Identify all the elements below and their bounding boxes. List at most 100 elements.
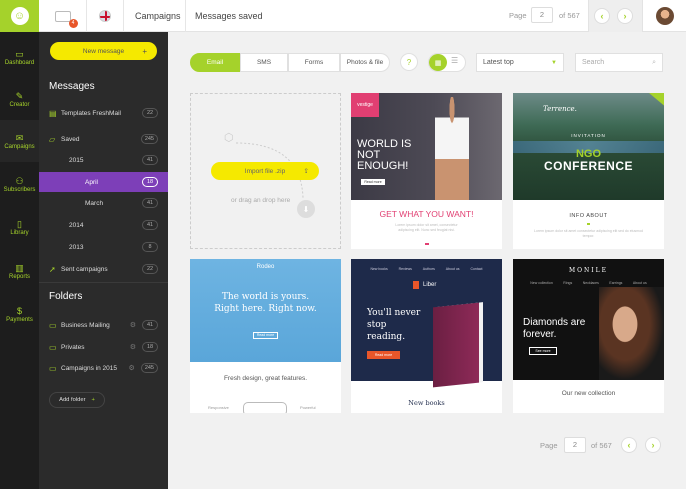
tab-sms[interactable]: SMS bbox=[240, 53, 288, 72]
avatar bbox=[655, 7, 674, 25]
dollar-icon: $ bbox=[16, 305, 22, 316]
view-toggle: ▦ ☰ bbox=[428, 53, 466, 72]
gear-icon[interactable]: ⚙ bbox=[129, 364, 135, 372]
app-logo[interactable]: ☺ bbox=[0, 0, 39, 32]
bottom-next-page-button[interactable]: › bbox=[645, 437, 661, 453]
monitor-icon: ▭ bbox=[15, 48, 24, 59]
nav-reports[interactable]: ▥ Reports bbox=[0, 250, 39, 292]
nav-creator[interactable]: ✎ Creator bbox=[0, 78, 39, 120]
rodeo-cta: Read more bbox=[253, 332, 278, 339]
search-input[interactable]: Search ⌕ bbox=[575, 53, 663, 72]
vestige-logo: vestige bbox=[351, 93, 379, 117]
send-icon: ➚ bbox=[49, 264, 56, 274]
liber-headline: You'll never stop reading. bbox=[367, 308, 421, 342]
monile-logo: MONILE bbox=[568, 267, 609, 274]
tab-photos-file[interactable]: Photos & file bbox=[340, 53, 390, 72]
list-view-icon[interactable]: ☰ bbox=[451, 56, 458, 65]
page-total: of 567 bbox=[559, 11, 580, 20]
template-card-terrence[interactable]: Terrence. INVITATION NGO CONFERENCE INFO… bbox=[513, 93, 664, 249]
sort-select[interactable]: Latest top ▼ bbox=[476, 53, 564, 72]
sidebar-item-saved[interactable]: ▱ Saved 245 bbox=[39, 129, 168, 149]
terrence-body: Lorem ipsum dolor sit amet consectetur a… bbox=[534, 229, 643, 238]
sidebar-item-2014[interactable]: 2014 41 bbox=[39, 215, 168, 235]
template-card-rodeo[interactable]: Rodeo The world is yours. Right here. Ri… bbox=[190, 259, 341, 413]
rodeo-headline-2: Right here. Right now. bbox=[214, 304, 317, 314]
main-nav: ▭ Dashboard ✎ Creator ✉ Campaigns ⚇ Subscrib… bbox=[0, 32, 39, 489]
user-menu[interactable] bbox=[642, 0, 686, 32]
monile-footer: Our new collection bbox=[561, 390, 616, 397]
folder-campaigns-2015[interactable]: ▭ Campaigns in 2015 ⚙ 245 bbox=[39, 358, 168, 378]
new-message-button[interactable]: New message + bbox=[50, 42, 157, 60]
folder-open-icon: ▱ bbox=[49, 134, 56, 144]
sidebar-item-april[interactable]: April 18 bbox=[39, 172, 168, 192]
next-page-button[interactable]: › bbox=[617, 8, 633, 24]
nav-campaigns[interactable]: ✉ Campaigns bbox=[0, 120, 39, 162]
nav-payments[interactable]: $ Payments bbox=[0, 293, 39, 335]
rodeo-logo: Rodeo bbox=[256, 264, 275, 270]
bottom-page-total: of 567 bbox=[591, 441, 612, 450]
chevron-down-icon: ▼ bbox=[551, 59, 557, 66]
tab-email[interactable]: Email bbox=[190, 53, 240, 72]
page-label: Page bbox=[509, 11, 527, 20]
plus-icon: + bbox=[142, 46, 147, 56]
terrence-invitation: INVITATION bbox=[571, 133, 606, 138]
terrence-headline-2: CONFERENCE bbox=[543, 159, 633, 173]
template-card-monile[interactable]: MONILE New collection Rings Necklaces Earri… bbox=[513, 259, 664, 413]
folder-business-mailing[interactable]: ▭ Business Mailing ⚙ 41 bbox=[39, 315, 168, 335]
pink-divider bbox=[425, 243, 429, 245]
monile-cta: See more bbox=[529, 347, 557, 355]
green-divider bbox=[587, 223, 590, 225]
chart-icon: ▥ bbox=[15, 262, 24, 273]
nav-dashboard[interactable]: ▭ Dashboard bbox=[0, 36, 39, 78]
monile-headline: Diamonds are forever. bbox=[523, 317, 586, 340]
sidebar-item-sent[interactable]: ➚ Sent campaigns 22 bbox=[39, 259, 168, 279]
upload-icon: ⇪ bbox=[303, 168, 309, 175]
folder-privates[interactable]: ▭ Privates ⚙ 18 bbox=[39, 337, 168, 357]
template-card-liber[interactable]: New books Reviews Authors About us Contact L… bbox=[351, 259, 502, 413]
breadcrumb-campaigns[interactable]: Campaigns bbox=[135, 0, 181, 32]
sidebar-item-templates[interactable]: ▤ Templates FreshMail 22 bbox=[39, 103, 168, 123]
vestige-headline: WORLD IS NOT ENOUGH! bbox=[357, 138, 412, 172]
bottom-page-input[interactable]: 2 bbox=[564, 437, 586, 453]
folder-icon: ▭ bbox=[49, 342, 57, 352]
vestige-title: GET WHAT YOU WANT! bbox=[379, 209, 474, 219]
folders-title: Folders bbox=[49, 291, 83, 302]
prev-page-button[interactable]: ‹ bbox=[594, 8, 610, 24]
folder-icon: ▭ bbox=[49, 320, 57, 330]
rodeo-headline-1: The world is yours. bbox=[221, 292, 310, 302]
help-button[interactable]: ? bbox=[400, 53, 418, 71]
sidebar-item-march[interactable]: March 41 bbox=[39, 193, 168, 213]
template-card-vestige[interactable]: vestige WORLD IS NOT ENOUGH! Read more G… bbox=[351, 93, 502, 249]
pencil-icon: ✎ bbox=[15, 90, 24, 101]
nav-library[interactable]: ▯ Library bbox=[0, 206, 39, 248]
pager-nav: ‹ › bbox=[588, 0, 642, 32]
gear-icon[interactable]: ⚙ bbox=[130, 321, 136, 329]
bottom-prev-page-button[interactable]: ‹ bbox=[621, 437, 637, 453]
liber-nav: New books Reviews Authors About us Contact bbox=[370, 267, 483, 271]
add-folder-button[interactable]: Add folder + bbox=[49, 392, 105, 408]
uk-flag-icon bbox=[99, 10, 111, 22]
rodeo-left-label: Responsive bbox=[208, 405, 229, 410]
import-dropzone[interactable]: ⬡ Import file .zip ⇪ or drag an drop here… bbox=[190, 93, 341, 249]
device-outline bbox=[243, 402, 287, 413]
gear-icon[interactable]: ⚙ bbox=[130, 343, 136, 351]
import-zip-button[interactable]: Import file .zip ⇪ bbox=[211, 162, 319, 180]
nav-subscribers[interactable]: ⚇ Subscribers bbox=[0, 163, 39, 205]
tab-forms[interactable]: Forms bbox=[288, 53, 340, 72]
page-input[interactable]: 2 bbox=[531, 7, 553, 23]
liber-logo: Liber bbox=[423, 282, 437, 288]
breadcrumb-current: Messages saved bbox=[195, 11, 263, 21]
vestige-body: Lorem ipsum dolor sit amet, consectetur … bbox=[395, 223, 458, 232]
bookmark-icon bbox=[413, 281, 419, 289]
sidebar-item-2015[interactable]: 2015 41 bbox=[39, 150, 168, 170]
language-button[interactable] bbox=[87, 0, 124, 32]
grid-view-icon[interactable]: ▦ bbox=[429, 54, 447, 71]
rodeo-footer: Fresh design, great features. bbox=[223, 375, 308, 382]
book-image bbox=[433, 302, 479, 388]
sidebar-item-2013[interactable]: 2013 8 bbox=[39, 237, 168, 257]
notifications-button[interactable]: 4 bbox=[39, 0, 87, 32]
envelope-icon: ✉ bbox=[15, 132, 24, 143]
notification-badge: 4 bbox=[68, 18, 78, 28]
terrence-info: INFO ABOUT bbox=[569, 213, 608, 219]
bottom-page-label: Page bbox=[540, 441, 558, 450]
